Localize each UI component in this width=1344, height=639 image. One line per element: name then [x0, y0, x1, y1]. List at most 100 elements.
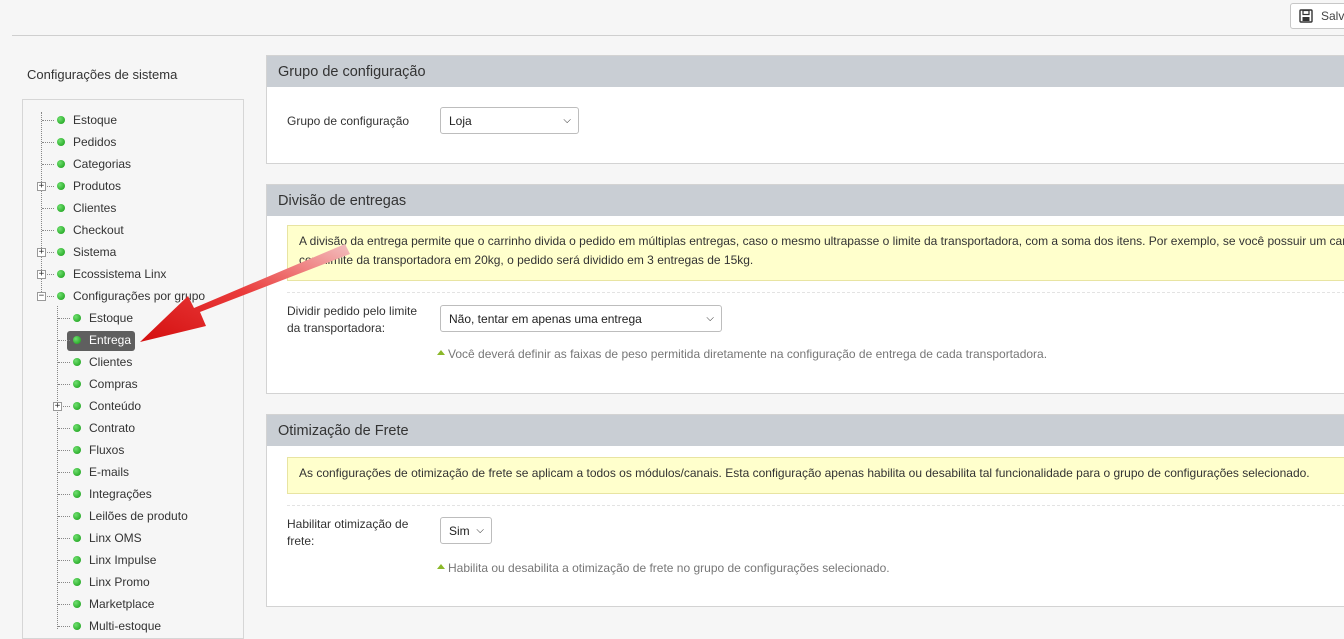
group-config-label: Grupo de configuração	[287, 114, 410, 128]
sidebar-subitem-entrega[interactable]: Entrega	[73, 330, 131, 350]
sidebar-subitem-multi-estoque[interactable]: Multi-estoque	[73, 616, 161, 636]
status-dot-icon	[73, 578, 81, 586]
tree-connector	[58, 494, 70, 495]
sidebar-item-label: Integrações	[89, 487, 152, 501]
caret-up-icon	[437, 350, 445, 355]
sidebar-item-estoque[interactable]: Estoque	[57, 110, 117, 130]
status-dot-icon	[73, 600, 81, 608]
toolbar-divider	[12, 35, 1344, 36]
split-order-select[interactable]: Não, tentar em apenas uma entrega ⌵	[440, 305, 722, 332]
sidebar-item-pedidos[interactable]: Pedidos	[57, 132, 116, 152]
sidebar-item-label: Linx Promo	[89, 575, 150, 589]
expand-toggle-icon[interactable]: +	[53, 402, 62, 411]
sidebar-item-label: Estoque	[89, 311, 134, 325]
status-dot-icon	[73, 380, 81, 388]
save-button-label: Salvar	[1321, 9, 1344, 23]
hint-text: Habilita ou desabilita a otimização de f…	[448, 561, 890, 575]
tree-connector	[58, 318, 70, 319]
section-divider	[287, 292, 1344, 293]
tree-connector	[58, 384, 70, 385]
sidebar-item-categorias[interactable]: Categorias	[57, 154, 131, 174]
sidebar-item-label: Sistema	[73, 245, 117, 259]
sidebar-subitem-emails[interactable]: E-mails	[73, 462, 129, 482]
sidebar-subitem-linx-promo[interactable]: Linx Promo	[73, 572, 150, 592]
status-dot-icon	[57, 204, 65, 212]
sidebar-item-produtos[interactable]: Produtos	[57, 176, 121, 196]
sidebar-subitem-linx-impulse[interactable]: Linx Impulse	[73, 550, 156, 570]
freight-optimization-panel: Otimização de Frete As configurações de …	[266, 414, 1344, 607]
status-dot-icon	[57, 226, 65, 234]
status-dot-icon	[73, 468, 81, 476]
panel-title: Divisão de entregas	[267, 185, 1344, 216]
sidebar-item-label: Entrega	[89, 333, 132, 347]
annotation-arrow-icon	[140, 244, 350, 342]
sidebar-item-clientes[interactable]: Clientes	[57, 198, 116, 218]
sidebar-subitem-conteudo[interactable]: Conteúdo	[73, 396, 141, 416]
sidebar-item-label: Linx OMS	[89, 531, 142, 545]
select-value: Não, tentar em apenas uma entrega	[449, 311, 642, 326]
tree-connector	[42, 142, 54, 143]
group-config-select[interactable]: Loja ⌵	[440, 107, 579, 134]
sidebar-subitem-leiloes-de-produto[interactable]: Leilões de produto	[73, 506, 188, 526]
chevron-down-icon: ⌵	[476, 524, 484, 536]
tree-connector	[58, 626, 70, 627]
tree-connector	[58, 516, 70, 517]
sidebar-subitem-contrato[interactable]: Contrato	[73, 418, 135, 438]
section-divider	[287, 505, 1344, 506]
sidebar-subitem-clientes[interactable]: Clientes	[73, 352, 132, 372]
status-dot-icon	[57, 116, 65, 124]
status-dot-icon	[73, 534, 81, 542]
status-dot-icon	[73, 490, 81, 498]
status-dot-icon	[57, 270, 65, 278]
tree-connector	[57, 306, 58, 629]
freight-optimization-label: Habilitar otimização de frete:	[287, 516, 408, 550]
expand-toggle-icon[interactable]: +	[37, 182, 46, 191]
sidebar-item-label: Checkout	[73, 223, 124, 237]
tree-connector	[58, 450, 70, 451]
tree-connector	[58, 428, 70, 429]
freight-optimization-select[interactable]: Sim ⌵	[440, 517, 492, 544]
freight-optimization-hint: Habilita ou desabilita a otimização de f…	[437, 561, 890, 575]
floppy-disk-icon	[1299, 9, 1313, 23]
panel-title: Otimização de Frete	[267, 415, 1344, 446]
select-value: Loja	[449, 113, 472, 128]
tree-connector	[58, 362, 70, 363]
caret-up-icon	[437, 564, 445, 569]
select-value: Sim	[449, 523, 470, 538]
sidebar-item-checkout[interactable]: Checkout	[57, 220, 124, 240]
sidebar-subitem-estoque[interactable]: Estoque	[73, 308, 133, 328]
sidebar-item-label: Clientes	[73, 201, 117, 215]
label-line: Habilitar otimização de	[287, 517, 409, 531]
status-dot-icon	[73, 424, 81, 432]
status-dot-icon	[73, 446, 81, 454]
tree-connector	[42, 208, 54, 209]
sidebar-subitem-linx-oms[interactable]: Linx OMS	[73, 528, 142, 548]
sidebar-item-label: Multi-estoque	[89, 619, 162, 633]
sidebar-item-label: Compras	[89, 377, 138, 391]
expand-toggle-icon[interactable]: +	[37, 248, 46, 257]
sidebar-subitem-compras[interactable]: Compras	[73, 374, 138, 394]
sidebar-item-label: Marketplace	[89, 597, 155, 611]
expand-toggle-icon[interactable]: +	[37, 270, 46, 279]
hint-text: Você deverá definir as faixas de peso pe…	[448, 347, 1048, 361]
status-dot-icon	[73, 358, 81, 366]
status-dot-icon	[73, 512, 81, 520]
sidebar-item-label: Estoque	[73, 113, 118, 127]
status-dot-icon	[73, 314, 81, 322]
sidebar-item-sistema[interactable]: Sistema	[57, 242, 116, 262]
collapse-toggle-icon[interactable]: −	[37, 292, 46, 301]
sidebar-item-label: Produtos	[73, 179, 122, 193]
group-config-panel: Grupo de configuração Grupo de configura…	[266, 55, 1344, 164]
chevron-down-icon: ⌵	[563, 114, 571, 126]
sidebar-subitem-integracoes[interactable]: Integrações	[73, 484, 152, 504]
sidebar-subitem-fluxos[interactable]: Fluxos	[73, 440, 124, 460]
tree-connector	[42, 164, 54, 165]
sidebar-item-label: Conteúdo	[89, 399, 142, 413]
save-button[interactable]: Salvar	[1290, 3, 1344, 29]
sidebar-item-label: E-mails	[89, 465, 130, 479]
status-dot-icon	[57, 182, 65, 190]
sidebar-subitem-marketplace[interactable]: Marketplace	[73, 594, 154, 614]
notice-line: com limite da transportadora em 20kg, o …	[299, 253, 754, 267]
sidebar-item-label: Fluxos	[89, 443, 125, 457]
status-dot-icon	[73, 402, 81, 410]
